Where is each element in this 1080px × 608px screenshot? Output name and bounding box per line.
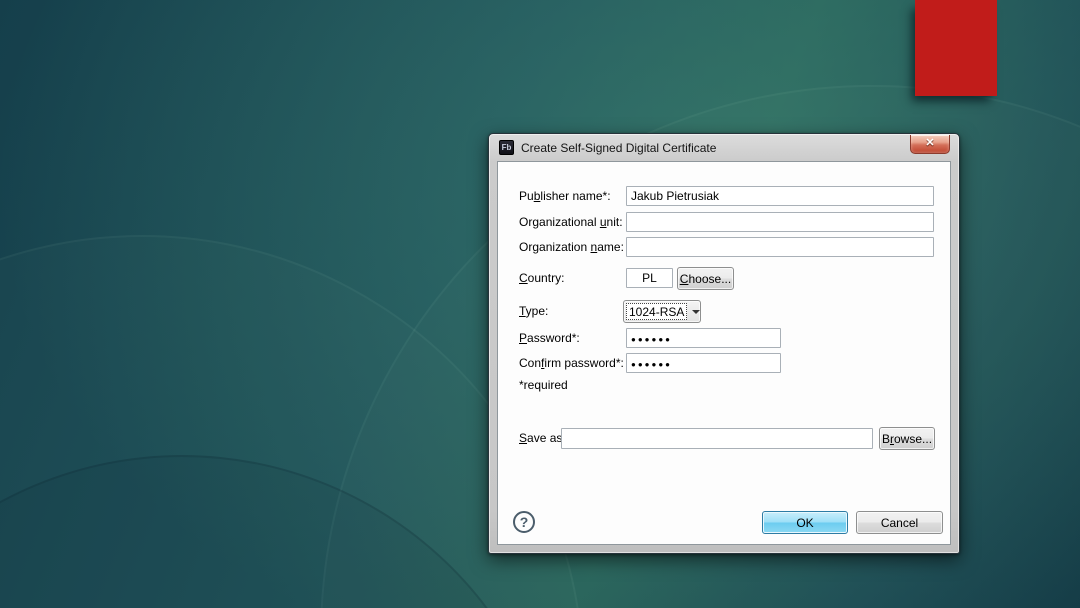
help-button[interactable]: ?: [513, 511, 535, 533]
type-dropdown-value: 1024-RSA: [626, 303, 688, 320]
choose-country-button[interactable]: Choose...: [677, 267, 734, 290]
ok-button[interactable]: OK: [762, 511, 848, 534]
country-input[interactable]: [626, 268, 673, 288]
organization-name-label: Organization name:: [519, 240, 624, 254]
dialog-content: Publisher name*: Organizational unit: Or…: [497, 161, 951, 545]
type-dropdown[interactable]: 1024-RSA: [623, 300, 701, 323]
dialog-title-bar[interactable]: Fb Create Self-Signed Digital Certificat…: [489, 134, 959, 161]
close-button[interactable]: ✕: [910, 135, 950, 154]
required-note: *required: [519, 378, 568, 392]
certificate-dialog: Fb Create Self-Signed Digital Certificat…: [488, 133, 960, 554]
save-as-label: Save as:: [519, 431, 566, 445]
confirm-password-label: Confirm password*:: [519, 356, 624, 370]
app-icon: Fb: [499, 140, 514, 155]
red-accent-rectangle: [915, 0, 997, 96]
password-label: Password*:: [519, 331, 580, 345]
password-input[interactable]: [626, 328, 781, 348]
country-label: Country:: [519, 271, 565, 285]
browse-button[interactable]: Br owse...: [879, 427, 935, 450]
dialog-title: Create Self-Signed Digital Certificate: [521, 140, 717, 155]
organization-name-input[interactable]: [626, 237, 934, 257]
cancel-button[interactable]: Cancel: [856, 511, 943, 534]
confirm-password-input[interactable]: [626, 353, 781, 373]
publisher-name-input[interactable]: [626, 186, 934, 206]
save-as-input[interactable]: [561, 428, 873, 449]
organizational-unit-label: Organizational unit:: [519, 215, 623, 229]
help-icon: ?: [519, 514, 529, 530]
organizational-unit-input[interactable]: [626, 212, 934, 232]
publisher-name-label: Publisher name*:: [519, 189, 611, 203]
close-icon: ✕: [925, 137, 935, 149]
chevron-down-icon: [687, 301, 704, 322]
type-label: Type:: [519, 304, 549, 318]
